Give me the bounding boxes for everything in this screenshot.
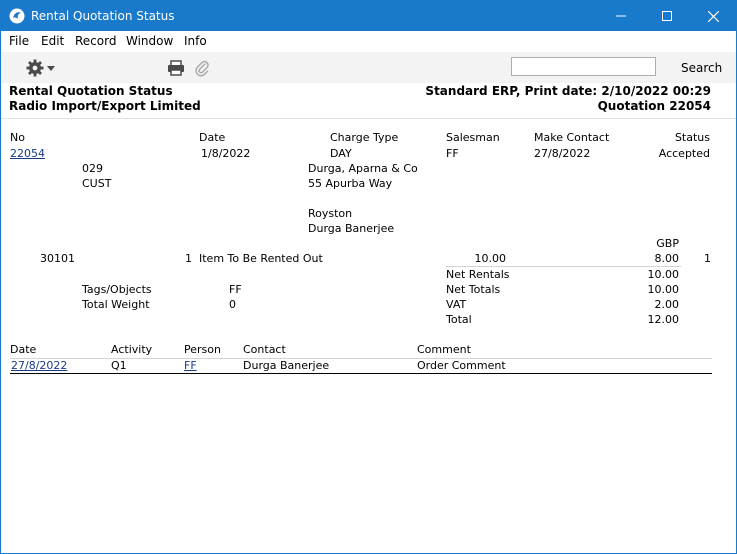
activity-col-contact: Contact [243,343,286,356]
customer-name: Durga, Aparna & Co [308,162,418,175]
tags-label: Tags/Objects [82,283,152,296]
status-value: Accepted [658,147,710,160]
col-header-no: No [10,131,25,144]
quotation-date: 1/8/2022 [201,147,251,160]
chevron-down-icon [47,66,55,71]
search-button[interactable]: Search [681,61,722,75]
col-header-charge-type: Charge Type [330,131,399,144]
make-contact-value: 27/8/2022 [534,147,591,160]
toolbar: Search [1,52,736,84]
salesman-value: FF [446,147,459,160]
report-title: Rental Quotation Status [9,84,173,98]
menu-window[interactable]: Window [126,34,173,49]
minimize-button[interactable] [598,1,644,31]
print-info: Standard ERP, Print date: 2/10/2022 00:2… [425,84,711,98]
col-header-status: Status [674,131,710,144]
attachment-button[interactable] [195,59,209,77]
activity-date-link[interactable]: 27/8/2022 [11,359,67,373]
activity-col-date: Date [10,343,37,356]
app-logo-icon [9,8,25,24]
search-input[interactable] [511,57,656,76]
activity-col-person: Person [184,343,221,356]
menu-info[interactable]: Info [184,34,207,49]
window-title: Rental Quotation Status [31,9,175,23]
close-icon [707,10,719,22]
quotation-number-link[interactable]: 22054 [10,147,45,161]
weight-value: 0 [229,298,236,311]
col-header-date: Date [199,131,226,144]
print-button[interactable] [167,60,185,76]
maximize-button[interactable] [644,1,690,31]
activity-comment: Order Comment [417,359,506,372]
activity-col-activity: Activity [111,343,153,356]
company-name: Radio Import/Export Limited [9,99,201,113]
report-header: Rental Quotation Status Radio Import/Exp… [1,83,736,119]
title-bar[interactable]: Rental Quotation Status [1,1,736,31]
net-totals-label: Net Totals [446,283,501,296]
total-value: 12.00 [647,313,680,326]
settings-menu-button[interactable] [25,58,57,78]
customer-category: CUST [82,177,112,190]
printer-icon [168,60,184,76]
line-extra: 1 [704,252,711,265]
activity-table-bottom-rule [10,373,712,374]
paperclip-icon [195,60,209,77]
quotation-ref: Quotation 22054 [597,99,711,113]
close-button[interactable] [690,1,736,31]
activity-contact: Durga Banerjee [243,359,330,372]
weight-label: Total Weight [82,298,150,311]
report-window: Rental Quotation Status File Edit Record… [0,0,737,554]
minimize-icon [616,15,626,17]
maximize-icon [662,11,672,21]
activity-person-link[interactable]: FF [184,359,197,373]
line-sum: 8.00 [654,252,680,265]
line-item-code: 30101 [40,252,75,265]
contact-name: Durga Banerjee [308,222,395,235]
vat-value: 2.00 [654,298,680,311]
totals-divider [446,266,681,267]
tags-value: FF [229,283,242,296]
net-rentals-label: Net Rentals [446,268,510,281]
menu-record[interactable]: Record [75,34,116,49]
activity-col-comment: Comment [417,343,471,356]
address-line: 55 Apurba Way [308,177,393,190]
activity-code: Q1 [111,359,127,372]
gear-icon [26,59,44,77]
line-quantity: 1 [185,252,192,265]
line-description: Item To Be Rented Out [199,252,323,265]
net-rentals-value: 10.00 [647,268,680,281]
menu-edit[interactable]: Edit [41,34,64,49]
total-label: Total [446,313,472,326]
line-price: 10.00 [474,252,507,265]
customer-code: 029 [82,162,103,175]
menu-bar: File Edit Record Window Info [1,31,736,52]
currency-code: GBP [656,237,679,250]
charge-type-value: DAY [330,147,352,160]
address-city: Royston [308,207,353,220]
net-totals-value: 10.00 [647,283,680,296]
vat-label: VAT [446,298,467,311]
menu-file[interactable]: File [9,34,29,49]
col-header-make-contact: Make Contact [534,131,610,144]
col-header-salesman: Salesman [446,131,500,144]
